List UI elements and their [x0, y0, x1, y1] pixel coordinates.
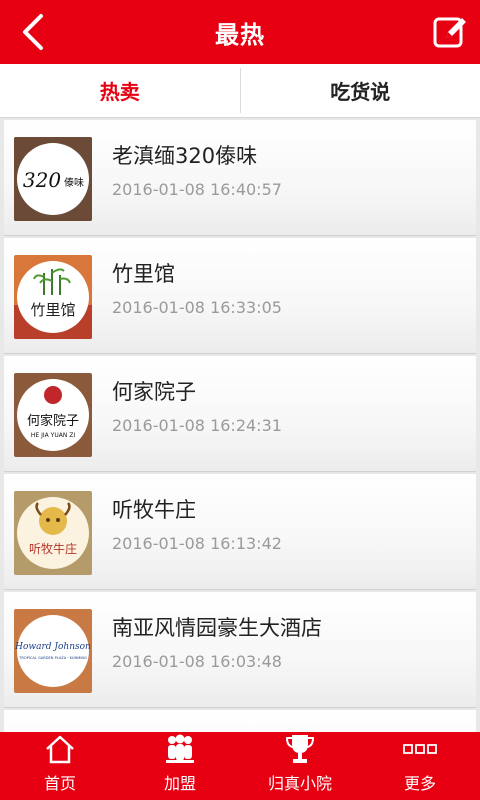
nav-guizhen[interactable]: 归真小院 [240, 732, 360, 800]
restaurant-logo: 320 傣味 [14, 137, 92, 221]
howard-johnson-logo-icon: Howard Johnson TROPICAL GARDEN PLAZA · K… [14, 609, 92, 693]
logo-320-text: 320 [23, 168, 61, 192]
logo-hj-sub: TROPICAL GARDEN PLAZA · KUNMING [18, 656, 87, 660]
app-screen: 最热 热卖 吃货说 320 傣味 老滇缅320傣味 2016-01-08 16:… [0, 0, 480, 800]
nav-more[interactable]: 更多 [360, 732, 480, 800]
restaurant-name: 老滇缅320傣味 [112, 144, 258, 168]
chevron-left-icon [23, 14, 43, 50]
restaurant-name: 何家院子 [112, 380, 196, 404]
logo-hejia-pinyin: HE JIA YUAN ZI [31, 432, 75, 439]
list-item[interactable]: Howard Johnson TROPICAL GARDEN PLAZA · K… [4, 592, 476, 708]
restaurant-logo: Howard Johnson TROPICAL GARDEN PLAZA · K… [14, 609, 92, 693]
restaurant-name: 南亚风情园豪生大酒店 [112, 616, 322, 640]
hejia-logo-icon: 何家院子 HE JIA YUAN ZI [14, 373, 92, 457]
logo-tingmu-text: 听牧牛庄 [29, 541, 77, 556]
logo-hj-text: Howard Johnson [14, 642, 91, 652]
nav-join[interactable]: 加盟 [120, 732, 240, 800]
nav-join-label: 加盟 [163, 774, 196, 793]
post-time: 2016-01-08 16:40:57 [112, 180, 282, 199]
tab-hot-sale[interactable]: 热卖 [0, 64, 240, 117]
list-item[interactable]: 听牧牛庄 听牧牛庄 2016-01-08 16:13:42 [4, 474, 476, 590]
list-item[interactable]: 320 傣味 老滇缅320傣味 2016-01-08 16:40:57 [4, 120, 476, 236]
nav-home-label: 首页 [43, 774, 76, 793]
back-button[interactable] [6, 6, 58, 58]
header-bar: 最热 [0, 0, 480, 64]
logo-bamboo-text: 竹里馆 [30, 301, 75, 319]
bottom-nav: 首页 加盟 归真小院 更多 [0, 732, 480, 800]
list-item[interactable]: 何家院子 HE JIA YUAN ZI 何家院子 2016-01-08 16:2… [4, 356, 476, 472]
post-time: 2016-01-08 16:13:42 [112, 534, 282, 553]
tab-foodie-says[interactable]: 吃货说 [241, 64, 480, 117]
restaurant-list: 320 傣味 老滇缅320傣味 2016-01-08 16:40:57 竹里馆 … [0, 120, 480, 732]
bamboo-logo-icon: 竹里馆 [14, 255, 92, 339]
post-time: 2016-01-08 16:33:05 [112, 298, 282, 317]
list-item-partial[interactable] [4, 710, 476, 732]
nav-more-label: 更多 [403, 774, 436, 793]
tab-bar: 热卖 吃货说 [0, 64, 480, 118]
more-icon [403, 732, 437, 766]
list-item[interactable]: 竹里馆 竹里馆 2016-01-08 16:33:05 [4, 238, 476, 354]
trophy-icon [283, 732, 317, 766]
page-title: 最热 [215, 20, 265, 49]
restaurant-name: 竹里馆 [112, 262, 175, 286]
post-time: 2016-01-08 16:03:48 [112, 652, 282, 671]
tingmu-logo-icon: 听牧牛庄 [14, 491, 92, 575]
logo-hejia-text: 何家院子 [27, 413, 79, 429]
logo-dai-text: 傣味 [64, 176, 84, 189]
restaurant-logo: 听牧牛庄 [14, 491, 92, 575]
post-time: 2016-01-08 16:24:31 [112, 416, 282, 435]
home-icon [43, 732, 77, 766]
320-dai-logo-icon: 320 傣味 [14, 137, 92, 221]
group-icon [163, 732, 197, 766]
compose-button[interactable] [426, 8, 474, 56]
nav-guizhen-label: 归真小院 [267, 774, 332, 793]
restaurant-logo: 竹里馆 [14, 255, 92, 339]
edit-icon [433, 17, 466, 48]
restaurant-name: 听牧牛庄 [112, 498, 196, 522]
restaurant-logo: 何家院子 HE JIA YUAN ZI [14, 373, 92, 457]
nav-home[interactable]: 首页 [0, 732, 120, 800]
